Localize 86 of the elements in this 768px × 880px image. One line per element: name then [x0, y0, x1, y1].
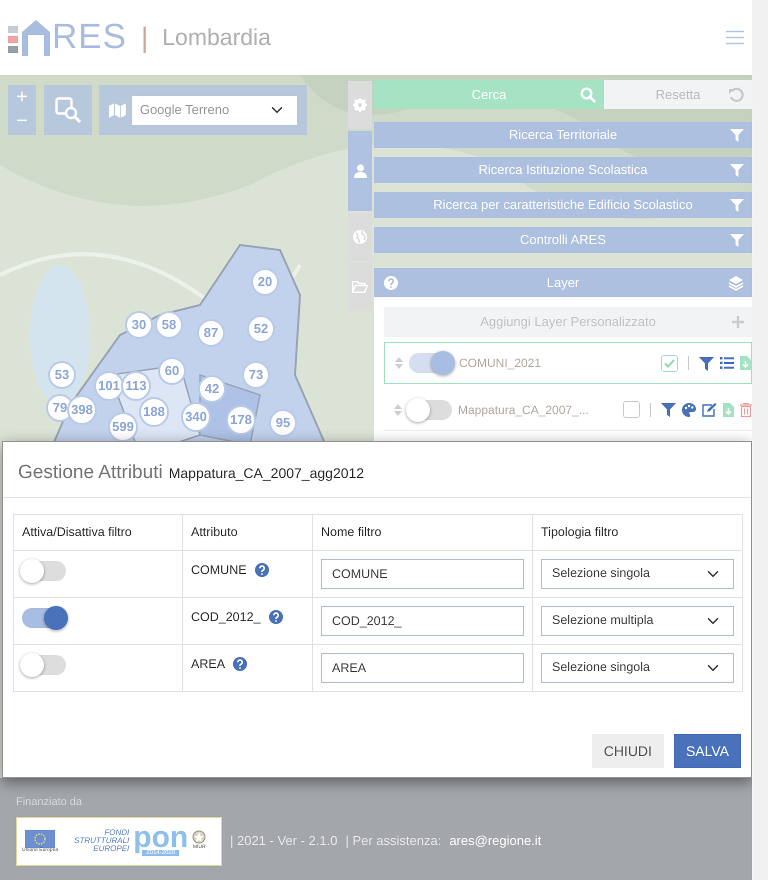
download-file-icon[interactable] [740, 356, 751, 370]
help-icon [384, 276, 398, 290]
zoom-area-icon [55, 97, 81, 123]
layers-icon [728, 274, 744, 290]
filter-toggle[interactable] [22, 654, 66, 675]
attribute-name: COMUNE [191, 562, 247, 579]
folder-icon [352, 281, 368, 293]
globe-icon [353, 230, 367, 244]
region-name: Lombardia [162, 23, 271, 52]
download-file-icon[interactable] [723, 402, 734, 416]
layer-toggle[interactable] [409, 353, 453, 373]
filter-toggle[interactable] [22, 608, 66, 628]
filter-name-field[interactable]: COMUNE [321, 558, 524, 589]
layer-name: COMUNI_2021 [459, 355, 542, 372]
filter-type-select[interactable]: Selezione singola [541, 558, 734, 589]
save-button[interactable]: SALVA [674, 734, 741, 768]
layer-checkbox[interactable] [623, 401, 640, 418]
reset-icon [728, 86, 744, 102]
assistance-label: | Per assistenza: [345, 832, 442, 850]
help-icon[interactable] [233, 657, 248, 672]
sort-icon [394, 404, 402, 416]
zoom-area-button[interactable] [44, 85, 92, 135]
layer-row[interactable]: Mappatura_CA_2007_... [384, 389, 752, 431]
filter-icon[interactable] [699, 356, 714, 370]
delete-icon[interactable] [740, 402, 752, 416]
filter-name-field[interactable]: AREA [321, 652, 524, 683]
filter-icon [730, 163, 744, 177]
logo-house-icon [8, 18, 52, 58]
zoom-in-button[interactable]: + [8, 85, 36, 109]
version-text: | 2021 - Ver - 2.1.0 [230, 832, 338, 850]
column-header: Nome filtro [312, 514, 532, 550]
scrollbar[interactable] [752, 0, 768, 880]
side-tab[interactable] [348, 81, 372, 129]
email-link[interactable]: ares@regione.it [449, 831, 542, 851]
filter-section-button[interactable]: Controlli ARES [374, 227, 752, 253]
layer-toggle[interactable] [408, 400, 452, 420]
settings-icon [353, 98, 367, 112]
funds-label: EUROPEI [92, 845, 130, 853]
side-tab[interactable] [348, 213, 372, 261]
filter-type-select[interactable]: Selezione singola [541, 652, 734, 683]
user-icon [354, 164, 366, 178]
filter-section-button[interactable]: Ricerca Istituzione Scolastica [374, 157, 752, 183]
menu-icon[interactable] [726, 30, 744, 45]
filter-section-button[interactable]: Ricerca Territoriale [374, 122, 752, 148]
check-icon [664, 358, 675, 368]
filter-section-button[interactable]: Ricerca per caratteristiche Edificio Scolastico [374, 192, 752, 218]
funds-label: FONDI [103, 829, 130, 837]
logo-text: RES [52, 16, 127, 58]
edit-icon[interactable] [702, 402, 717, 416]
column-header: Tipologia filtro [532, 514, 742, 550]
filter-icon [730, 198, 744, 212]
attribute-name: AREA [191, 656, 226, 673]
column-header: Attiva/Disattiva filtro [14, 514, 182, 550]
funds-label: STRUTTURALI [74, 837, 130, 845]
base-layer-select[interactable]: Google Terreno [132, 96, 297, 124]
eu-flag-icon [25, 830, 56, 848]
side-tab[interactable] [348, 263, 372, 311]
layer-name: Mappatura_CA_2007_... [458, 402, 590, 418]
filter-icon [730, 128, 744, 142]
filter-icon [730, 233, 744, 247]
palette-icon[interactable] [682, 402, 696, 416]
zoom-out-button[interactable]: − [8, 109, 36, 133]
plus-icon [732, 316, 744, 328]
help-icon[interactable] [254, 563, 269, 578]
filter-icon[interactable] [661, 402, 676, 417]
filter-type-select[interactable]: Selezione multipla [541, 606, 734, 636]
emblem-icon [192, 830, 206, 844]
sort-icon [395, 357, 403, 369]
reset-button[interactable]: Resetta [604, 80, 752, 109]
close-button[interactable]: CHIUDI [592, 734, 664, 768]
help-icon[interactable] [268, 610, 282, 624]
modal-subtitle: Mappatura_CA_2007_agg2012 [168, 464, 364, 483]
layer-checkbox[interactable] [661, 354, 678, 372]
search-button[interactable]: Cerca [374, 80, 604, 109]
header-separator: | [140, 20, 148, 55]
layer-panel-title: Layer [546, 274, 580, 292]
attribute-name: COD_2012_ [191, 608, 260, 626]
side-tab[interactable] [348, 131, 372, 211]
search-icon [580, 86, 596, 102]
map-icon [109, 102, 126, 118]
filter-name-field[interactable]: COD_2012_ [321, 606, 524, 636]
filter-toggle[interactable] [22, 560, 66, 581]
list-icon[interactable] [720, 357, 734, 369]
modal-title: Gestione Attributi [18, 461, 163, 485]
layer-row[interactable]: COMUNI_2021 [384, 342, 752, 384]
column-header: Attributo [182, 514, 312, 550]
